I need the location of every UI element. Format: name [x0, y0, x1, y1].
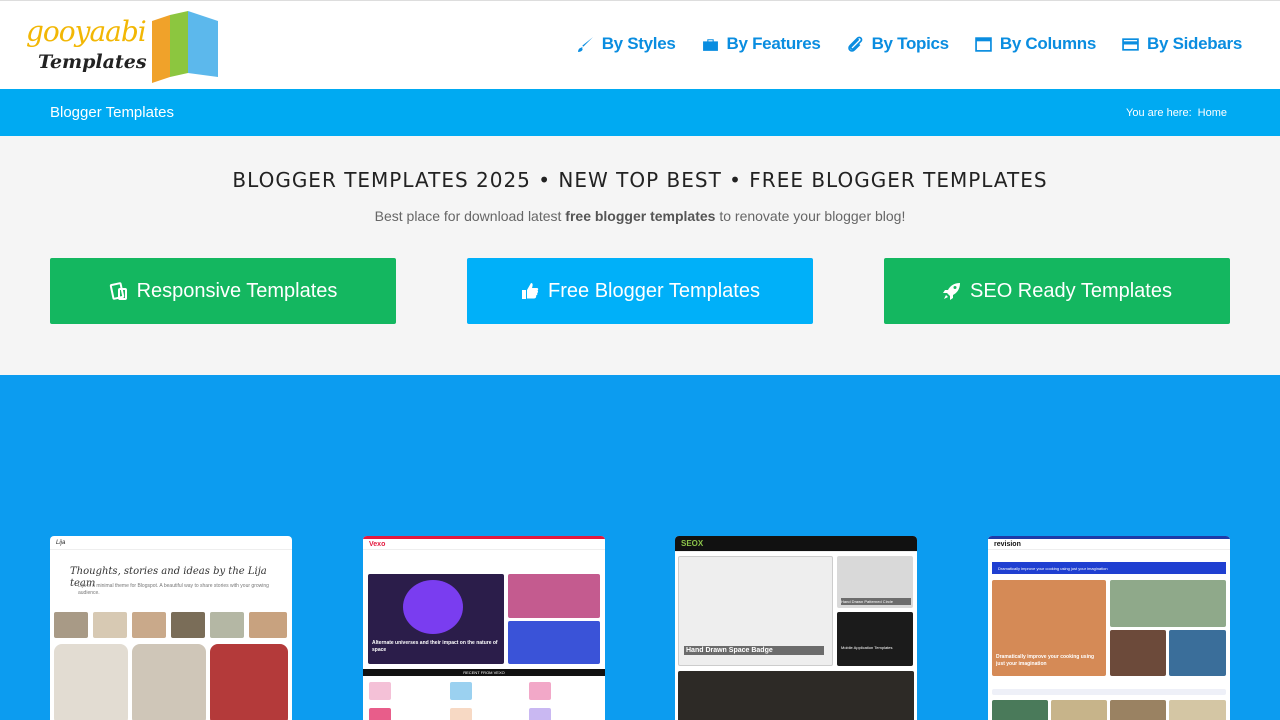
nav-label: By Sidebars	[1147, 34, 1242, 53]
thumb-image	[210, 644, 288, 720]
thumb-side-image	[1110, 630, 1166, 676]
thumb-image	[132, 644, 206, 720]
template-thumbnail-lija[interactable]: Lija Thoughts, stories and ideas by the …	[50, 536, 292, 720]
thumb-card	[450, 708, 472, 720]
cta-row: Responsive Templates Free Blogger Templa…	[0, 258, 1280, 324]
brush-icon	[577, 36, 593, 52]
thumb-banner: Dramatically improve your cooking using …	[992, 562, 1226, 574]
thumb-logo: Lija	[56, 539, 66, 546]
thumb-image	[132, 612, 166, 638]
thumb-nav: revision	[988, 536, 1230, 550]
hero-subtitle-end: to renovate your blogger blog!	[715, 208, 906, 224]
thumb-image	[171, 612, 205, 638]
free-blogger-templates-button[interactable]: Free Blogger Templates	[467, 258, 813, 324]
main-nav: By Styles By Features By Topics By Colum…	[577, 34, 1242, 54]
card-icon	[1122, 37, 1139, 51]
cta-label: SEO Ready Templates	[970, 279, 1172, 302]
rocket-icon	[943, 283, 961, 300]
thumb-row	[992, 689, 1226, 695]
thumb-image	[1110, 700, 1166, 720]
thumb-hero-blob	[403, 580, 463, 634]
site-logo[interactable]: gooyaabi Templates	[26, 11, 226, 85]
thumb-card	[369, 708, 391, 720]
template-thumbnail-vexo[interactable]: Vexo Alternate universes and their impac…	[363, 536, 605, 720]
thumb-side-title: Mobile Application Templates	[841, 645, 893, 650]
logo-subtitle: Templates	[38, 51, 147, 73]
template-thumbnail-seox[interactable]: SEOX Hand Drawn Space Badge Hand Drawn P…	[675, 536, 917, 720]
thumb-description: Lija is a minimal theme for Blogspot. A …	[78, 583, 269, 596]
thumb-side-image	[508, 621, 600, 664]
thumb-headline: Hand Drawn Space Badge	[684, 646, 824, 655]
thumb-card	[529, 682, 551, 700]
page-title: Blogger Templates	[50, 104, 174, 121]
thumb-nav: Vexo	[363, 536, 605, 550]
thumb-section-label: RECENT FROM VEXO	[363, 669, 605, 676]
template-showcase: Lija Thoughts, stories and ideas by the …	[0, 375, 1280, 720]
thumb-image	[1051, 700, 1107, 720]
nav-by-topics[interactable]: By Topics	[847, 34, 949, 54]
hero-subtitle-bold: free blogger templates	[565, 208, 716, 224]
nav-label: By Topics	[871, 34, 950, 53]
thumb-side-image	[837, 612, 913, 666]
devices-icon	[109, 282, 127, 300]
thumb-image	[93, 612, 127, 638]
thumb-card	[369, 682, 391, 700]
responsive-templates-button[interactable]: Responsive Templates	[50, 258, 396, 324]
hero-heading: BLOGGER TEMPLATES 2025 • NEW TOP BEST • …	[232, 168, 1048, 192]
thumb-headline: Dramatically improve your cooking using …	[996, 654, 1095, 667]
book-icon	[152, 11, 218, 83]
thumb-image	[992, 700, 1048, 720]
hero-subtitle: Best place for download latest free blog…	[0, 208, 1280, 224]
seo-ready-templates-button[interactable]: SEO Ready Templates	[884, 258, 1230, 324]
thumb-nav: Lija	[50, 536, 292, 550]
thumb-image	[210, 612, 244, 638]
breadcrumb-prefix: You are here:	[1126, 106, 1192, 119]
thumb-logo: Vexo	[369, 540, 386, 548]
paperclip-icon	[847, 36, 862, 52]
window-icon	[975, 36, 992, 52]
cta-label: Free Blogger Templates	[548, 279, 760, 302]
briefcase-icon	[702, 38, 718, 51]
thumb-side-image	[1169, 630, 1226, 676]
thumb-side-image	[508, 574, 600, 618]
breadcrumb: You are here: Home	[1126, 107, 1227, 119]
thumb-card	[529, 708, 551, 720]
hero-subtitle-start: Best place for download latest	[374, 208, 566, 224]
logo-wordmark: gooyaabi	[26, 15, 147, 48]
thumb-headline: Alternate universes and their impact on …	[372, 640, 498, 653]
thumb-side-image	[1110, 580, 1226, 627]
nav-label: By Columns	[999, 34, 1097, 53]
page-title-bar: Blogger Templates You are here: Home	[0, 89, 1280, 136]
site-header: gooyaabi Templates By Styles By Features…	[0, 0, 1280, 89]
hero-section: BLOGGER TEMPLATES 2025 • NEW TOP BEST • …	[0, 136, 1280, 375]
nav-label: By Styles	[601, 34, 676, 53]
breadcrumb-home-link[interactable]: Home	[1198, 107, 1227, 119]
nav-by-styles[interactable]: By Styles	[577, 34, 676, 54]
thumb-nav: SEOX	[675, 536, 917, 552]
cta-label: Responsive Templates	[136, 279, 338, 302]
thumb-logo: revision	[994, 540, 1021, 548]
nav-by-features[interactable]: By Features	[702, 34, 821, 54]
thumb-card	[450, 682, 472, 700]
thumbs-up-icon	[522, 283, 539, 299]
nav-by-sidebars[interactable]: By Sidebars	[1122, 34, 1242, 54]
thumb-logo: SEOX	[681, 539, 704, 548]
thumb-image	[249, 612, 287, 638]
thumb-image	[1169, 700, 1226, 720]
thumb-image	[54, 612, 88, 638]
thumb-image	[678, 671, 914, 720]
nav-label: By Features	[726, 34, 821, 53]
thumb-image	[54, 644, 128, 720]
thumb-side-title: Hand Drawn Patterned Circle	[841, 598, 911, 605]
template-thumbnail-revision[interactable]: revision Dramatically improve your cooki…	[988, 536, 1230, 720]
nav-by-columns[interactable]: By Columns	[975, 34, 1096, 54]
